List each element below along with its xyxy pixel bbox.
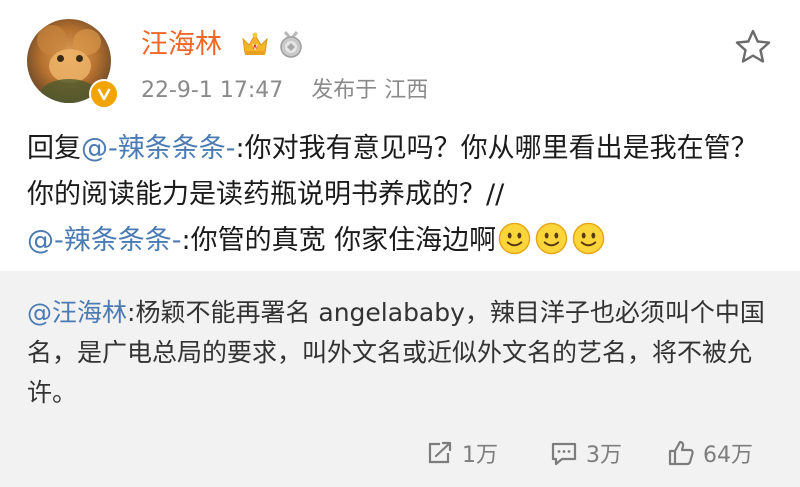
post-text: :你管的真宽 你家住海边啊 <box>181 225 497 256</box>
repost-icon <box>428 441 452 464</box>
repost-button[interactable]: 1万 <box>426 437 498 469</box>
favorite-star-icon[interactable] <box>733 27 773 71</box>
smile-emoji-icon <box>535 222 568 255</box>
mention-link[interactable]: @-辣条条条- <box>27 225 182 256</box>
like-count: 64万 <box>703 443 753 468</box>
timestamp: 22-9-1 17:47 <box>141 78 284 103</box>
mention-link[interactable]: @汪海林 <box>27 298 127 327</box>
smile-emoji-icon <box>572 222 605 255</box>
like-icon <box>668 440 694 466</box>
comment-icon <box>551 442 577 466</box>
verified-badge-icon <box>89 79 119 109</box>
quoted-post-text: @汪海林:杨颖不能再署名 angelababy，辣目洋子也必须叫个中国名，是广电… <box>27 293 777 413</box>
username[interactable]: 汪海林 <box>141 28 222 62</box>
mention-link[interactable]: @-辣条条条- <box>81 133 236 164</box>
comment-count: 3万 <box>586 443 622 468</box>
medal-icon <box>276 30 306 62</box>
repost-count: 1万 <box>462 443 498 468</box>
post-body: 回复@-辣条条条-:你对我有意见吗？你从哪里看出是我在管？你的阅读能力是读药瓶说… <box>27 126 777 264</box>
crown-icon: V <box>240 30 270 62</box>
quote-body: :杨颖不能再署名 angelababy，辣目洋子也必须叫个中国名，是广电总局的要… <box>27 298 765 407</box>
comment-button[interactable]: 3万 <box>550 437 622 469</box>
like-button[interactable]: 64万 <box>667 437 753 469</box>
reply-prefix: 回复 <box>27 133 81 164</box>
post-source: 发布于 江西 <box>311 78 429 103</box>
post-meta: 22-9-1 17:47 发布于 江西 <box>141 77 428 105</box>
svg-text:V: V <box>252 43 258 52</box>
smile-emoji-icon <box>498 222 531 255</box>
